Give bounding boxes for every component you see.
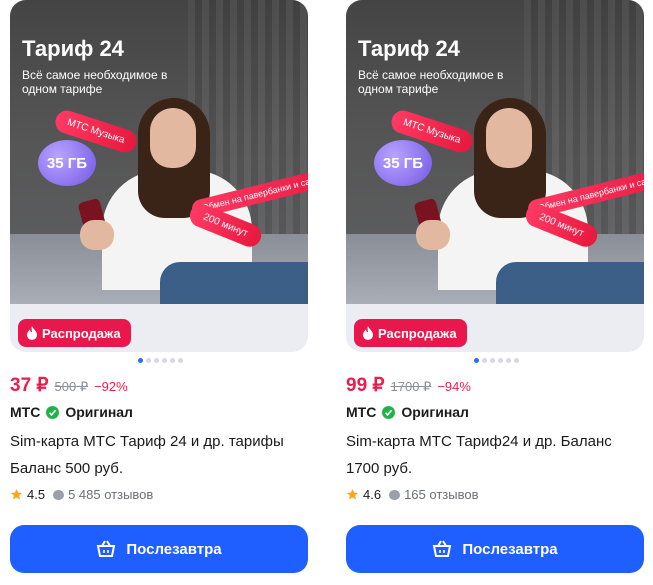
- person-jeans: [160, 262, 308, 304]
- pagination-dot[interactable]: [514, 358, 519, 363]
- basket-icon: [433, 540, 452, 557]
- discount: −94%: [437, 379, 471, 394]
- sale-label: Распродажа: [378, 325, 457, 341]
- rating-row: 4.5 5 485 отзывов: [10, 487, 153, 502]
- pagination-dot[interactable]: [162, 358, 167, 363]
- star-icon: [346, 489, 359, 500]
- delivery-button-label: Послезавтра: [126, 540, 222, 558]
- banner-subtitle: Всё самое необходимое в одном тарифе: [358, 68, 504, 96]
- delivery-button-label: Послезавтра: [462, 540, 558, 558]
- check-circle-icon: [382, 405, 396, 419]
- old-price: 500 ₽: [54, 379, 89, 394]
- brand-name[interactable]: МТС: [346, 404, 376, 420]
- rating-value: 4.6: [363, 487, 382, 502]
- hand-decor: [416, 220, 450, 250]
- pagination-dot[interactable]: [498, 358, 503, 363]
- fire-icon: [363, 326, 373, 340]
- product-title[interactable]: Sim-карта МТС Тариф24 и др. Баланс 1700 …: [346, 428, 644, 482]
- rating-value: 4.5: [27, 487, 46, 502]
- original-label: Оригинал: [65, 404, 133, 420]
- banner-title: Тариф 24: [358, 36, 460, 61]
- pagination-dot[interactable]: [138, 358, 143, 363]
- product-image[interactable]: Тариф 24 Всё самое необходимое в одном т…: [10, 0, 308, 304]
- star-icon: [10, 489, 23, 500]
- check-circle-icon: [46, 405, 60, 419]
- person-jeans: [496, 262, 644, 304]
- fire-icon: [27, 326, 37, 340]
- image-pagination[interactable]: [474, 358, 519, 363]
- current-price: 37 ₽: [10, 375, 49, 396]
- reviews-count[interactable]: 5 485 отзывов: [68, 487, 153, 502]
- comment-icon: [389, 489, 401, 500]
- reviews-count[interactable]: 165 отзывов: [404, 487, 478, 502]
- price-row: 99 ₽ 1700 ₽ −94%: [346, 374, 471, 397]
- product-card[interactable]: Тариф 24 Всё самое необходимое в одном т…: [346, 0, 644, 585]
- image-pagination[interactable]: [138, 358, 183, 363]
- person-face: [150, 108, 196, 168]
- product-image[interactable]: Тариф 24 Всё самое необходимое в одном т…: [346, 0, 644, 304]
- basket-icon: [97, 540, 116, 557]
- pagination-dot[interactable]: [178, 358, 183, 363]
- pagination-dot[interactable]: [146, 358, 151, 363]
- bubble-gb: 35 ГБ: [374, 140, 432, 186]
- brand-name[interactable]: МТС: [10, 404, 40, 420]
- current-price: 99 ₽: [346, 375, 385, 396]
- banner-title: Тариф 24: [22, 36, 124, 61]
- sale-badge: Распродажа: [18, 319, 131, 347]
- hand-decor: [80, 220, 114, 250]
- product-card[interactable]: Тариф 24 Всё самое необходимое в одном т…: [10, 0, 308, 585]
- product-image-area[interactable]: Тариф 24 Всё самое необходимое в одном т…: [346, 0, 644, 352]
- person-face: [486, 108, 532, 168]
- sale-label: Распродажа: [42, 325, 121, 341]
- pagination-dot[interactable]: [506, 358, 511, 363]
- pagination-dot[interactable]: [474, 358, 479, 363]
- delivery-button[interactable]: Послезавтра: [10, 525, 308, 573]
- brand-row: МТС Оригинал: [10, 404, 133, 420]
- product-title[interactable]: Sim-карта МТС Тариф 24 и др. тарифы Бала…: [10, 428, 308, 482]
- brand-row: МТС Оригинал: [346, 404, 469, 420]
- pagination-dot[interactable]: [154, 358, 159, 363]
- pagination-dot[interactable]: [170, 358, 175, 363]
- banner-subtitle: Всё самое необходимое в одном тарифе: [22, 68, 168, 96]
- bubble-gb: 35 ГБ: [38, 140, 96, 186]
- old-price: 1700 ₽: [390, 379, 432, 394]
- discount: −92%: [94, 379, 128, 394]
- comment-icon: [53, 489, 65, 500]
- rating-row: 4.6 165 отзывов: [346, 487, 478, 502]
- pagination-dot[interactable]: [490, 358, 495, 363]
- price-row: 37 ₽ 500 ₽ −92%: [10, 374, 128, 397]
- sale-badge: Распродажа: [354, 319, 467, 347]
- original-label: Оригинал: [401, 404, 469, 420]
- product-image-area[interactable]: Тариф 24 Всё самое необходимое в одном т…: [10, 0, 308, 352]
- pagination-dot[interactable]: [482, 358, 487, 363]
- delivery-button[interactable]: Послезавтра: [346, 525, 644, 573]
